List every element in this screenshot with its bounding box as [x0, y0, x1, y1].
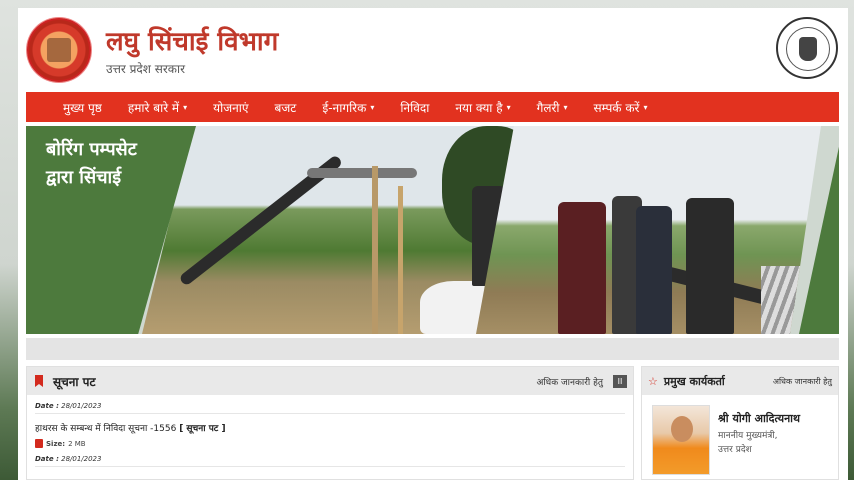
person-shape — [558, 202, 606, 334]
notice-board-title: सूचना पट — [53, 374, 96, 389]
officer-role-line2: उत्तर प्रदेश — [718, 445, 752, 455]
chevron-down-icon: ▾ — [643, 102, 648, 112]
nav-item-about[interactable]: हमारे बारे में ▾ — [115, 99, 200, 116]
notice-board-header: सूचना पट अधिक जानकारी हेतु II — [27, 367, 633, 395]
pause-icon[interactable]: II — [613, 375, 627, 388]
notice-date: Date : 28/01/2023 — [35, 455, 625, 467]
notice-list: Date : 28/01/2023 हाथरस के सम्बन्ध में न… — [27, 395, 633, 471]
officials-more-link[interactable]: अधिक जानकारी हेतु — [773, 376, 832, 387]
star-icon: ☆ — [648, 374, 658, 388]
officer-photo — [652, 405, 710, 475]
site-title[interactable]: लघु सिंचाई विभाग — [106, 22, 278, 58]
chevron-down-icon: ▾ — [506, 102, 511, 112]
flag-icon — [35, 375, 43, 387]
person-shape — [636, 206, 672, 334]
notice-item-title: हाथरस के सम्बन्ध में निविदा सूचना -1556 — [35, 424, 177, 434]
officer-role: माननीय मुख्यमंत्री, उत्तर प्रदेश — [718, 429, 828, 457]
pdf-icon — [35, 439, 43, 448]
officer-name: श्री योगी आदित्यनाथ — [718, 412, 801, 425]
pipes-bundle-shape — [761, 266, 801, 334]
date-value: 28/01/2023 — [61, 402, 102, 410]
banner-caption: बोरिंग पम्पसेट द्वारा सिंचाई — [46, 136, 196, 192]
nav-item-budget[interactable]: बजट — [262, 99, 310, 116]
banner-photo-irrigation — [142, 126, 532, 334]
up-govt-emblem — [776, 17, 838, 79]
banner-caption-line1: बोरिंग पम्पसेट — [46, 139, 137, 160]
chevron-down-icon: ▾ — [370, 102, 375, 112]
date-label: Date : — [35, 402, 59, 410]
date-value: 28/01/2023 — [61, 455, 102, 463]
size-value: 2 MB — [68, 439, 86, 448]
notice-item-tag: [ सूचना पट ] — [179, 424, 226, 434]
banner-photo-officials — [476, 126, 821, 334]
nav-item-whats-new[interactable]: नया क्या है ▾ — [442, 99, 523, 116]
nav-item-label: नया क्या है — [455, 100, 503, 115]
pipe-shape — [307, 168, 417, 178]
nav-item-label: गैलरी — [536, 100, 560, 115]
size-label: Size: — [46, 439, 66, 448]
notice-file-size: Size: 2 MB — [35, 439, 625, 448]
nav-item-tender[interactable]: निविदा — [387, 99, 442, 116]
notice-more-link[interactable]: अधिक जानकारी हेतु — [536, 375, 603, 388]
nav-item-schemes[interactable]: योजनाएं — [200, 99, 261, 116]
nav-item-label: योजनाएं — [213, 100, 249, 115]
notice-date: Date : 28/01/2023 — [35, 402, 625, 414]
site-subtitle: उत्तर प्रदेश सरकार — [106, 62, 186, 76]
hero-banner[interactable]: बोरिंग पम्पसेट द्वारा सिंचाई — [26, 126, 839, 334]
date-label: Date : — [35, 455, 59, 463]
department-logo[interactable] — [27, 18, 91, 82]
notice-item-link[interactable]: हाथरस के सम्बन्ध में निविदा सूचना -1556 … — [35, 421, 625, 434]
officer-role-line1: माननीय मुख्यमंत्री, — [718, 431, 778, 441]
main-nav: मुख्य पृष्ठ हमारे बारे में ▾ योजनाएं बजट … — [26, 92, 839, 122]
header: लघु सिंचाई विभाग उत्तर प्रदेश सरकार — [18, 8, 848, 92]
nav-item-gallery[interactable]: गैलरी ▾ — [524, 99, 581, 116]
banner-controls-strip — [26, 338, 839, 360]
nav-item-label: हमारे बारे में — [127, 100, 180, 115]
nav-item-label: सम्पर्क करें — [593, 100, 640, 115]
nav-item-contact[interactable]: सम्पर्क करें ▾ — [581, 99, 661, 116]
nav-item-label: ई-नागरिक — [322, 100, 367, 115]
key-officials-panel: ☆ प्रमुख कार्यकर्ता अधिक जानकारी हेतु श्… — [641, 366, 839, 480]
key-officials-title: प्रमुख कार्यकर्ता — [663, 374, 725, 388]
nav-item-home[interactable]: मुख्य पृष्ठ — [50, 99, 115, 116]
chevron-down-icon: ▾ — [563, 102, 568, 112]
banner-caption-line2: द्वारा सिंचाई — [46, 167, 122, 188]
nav-item-label: बजट — [274, 100, 297, 115]
pole-shape — [372, 166, 378, 334]
person-shape — [686, 198, 734, 334]
notice-board-panel: सूचना पट अधिक जानकारी हेतु II Date : 28/… — [26, 366, 634, 480]
chevron-down-icon: ▾ — [183, 102, 188, 112]
key-officials-header: ☆ प्रमुख कार्यकर्ता अधिक जानकारी हेतु — [642, 367, 838, 395]
page: लघु सिंचाई विभाग उत्तर प्रदेश सरकार मुख्… — [18, 8, 848, 480]
nav-item-label: मुख्य पृष्ठ — [63, 100, 102, 115]
nav-item-label: निविदा — [400, 100, 430, 115]
nav-item-e-citizen[interactable]: ई-नागरिक ▾ — [309, 99, 387, 116]
pole-shape — [398, 186, 403, 334]
